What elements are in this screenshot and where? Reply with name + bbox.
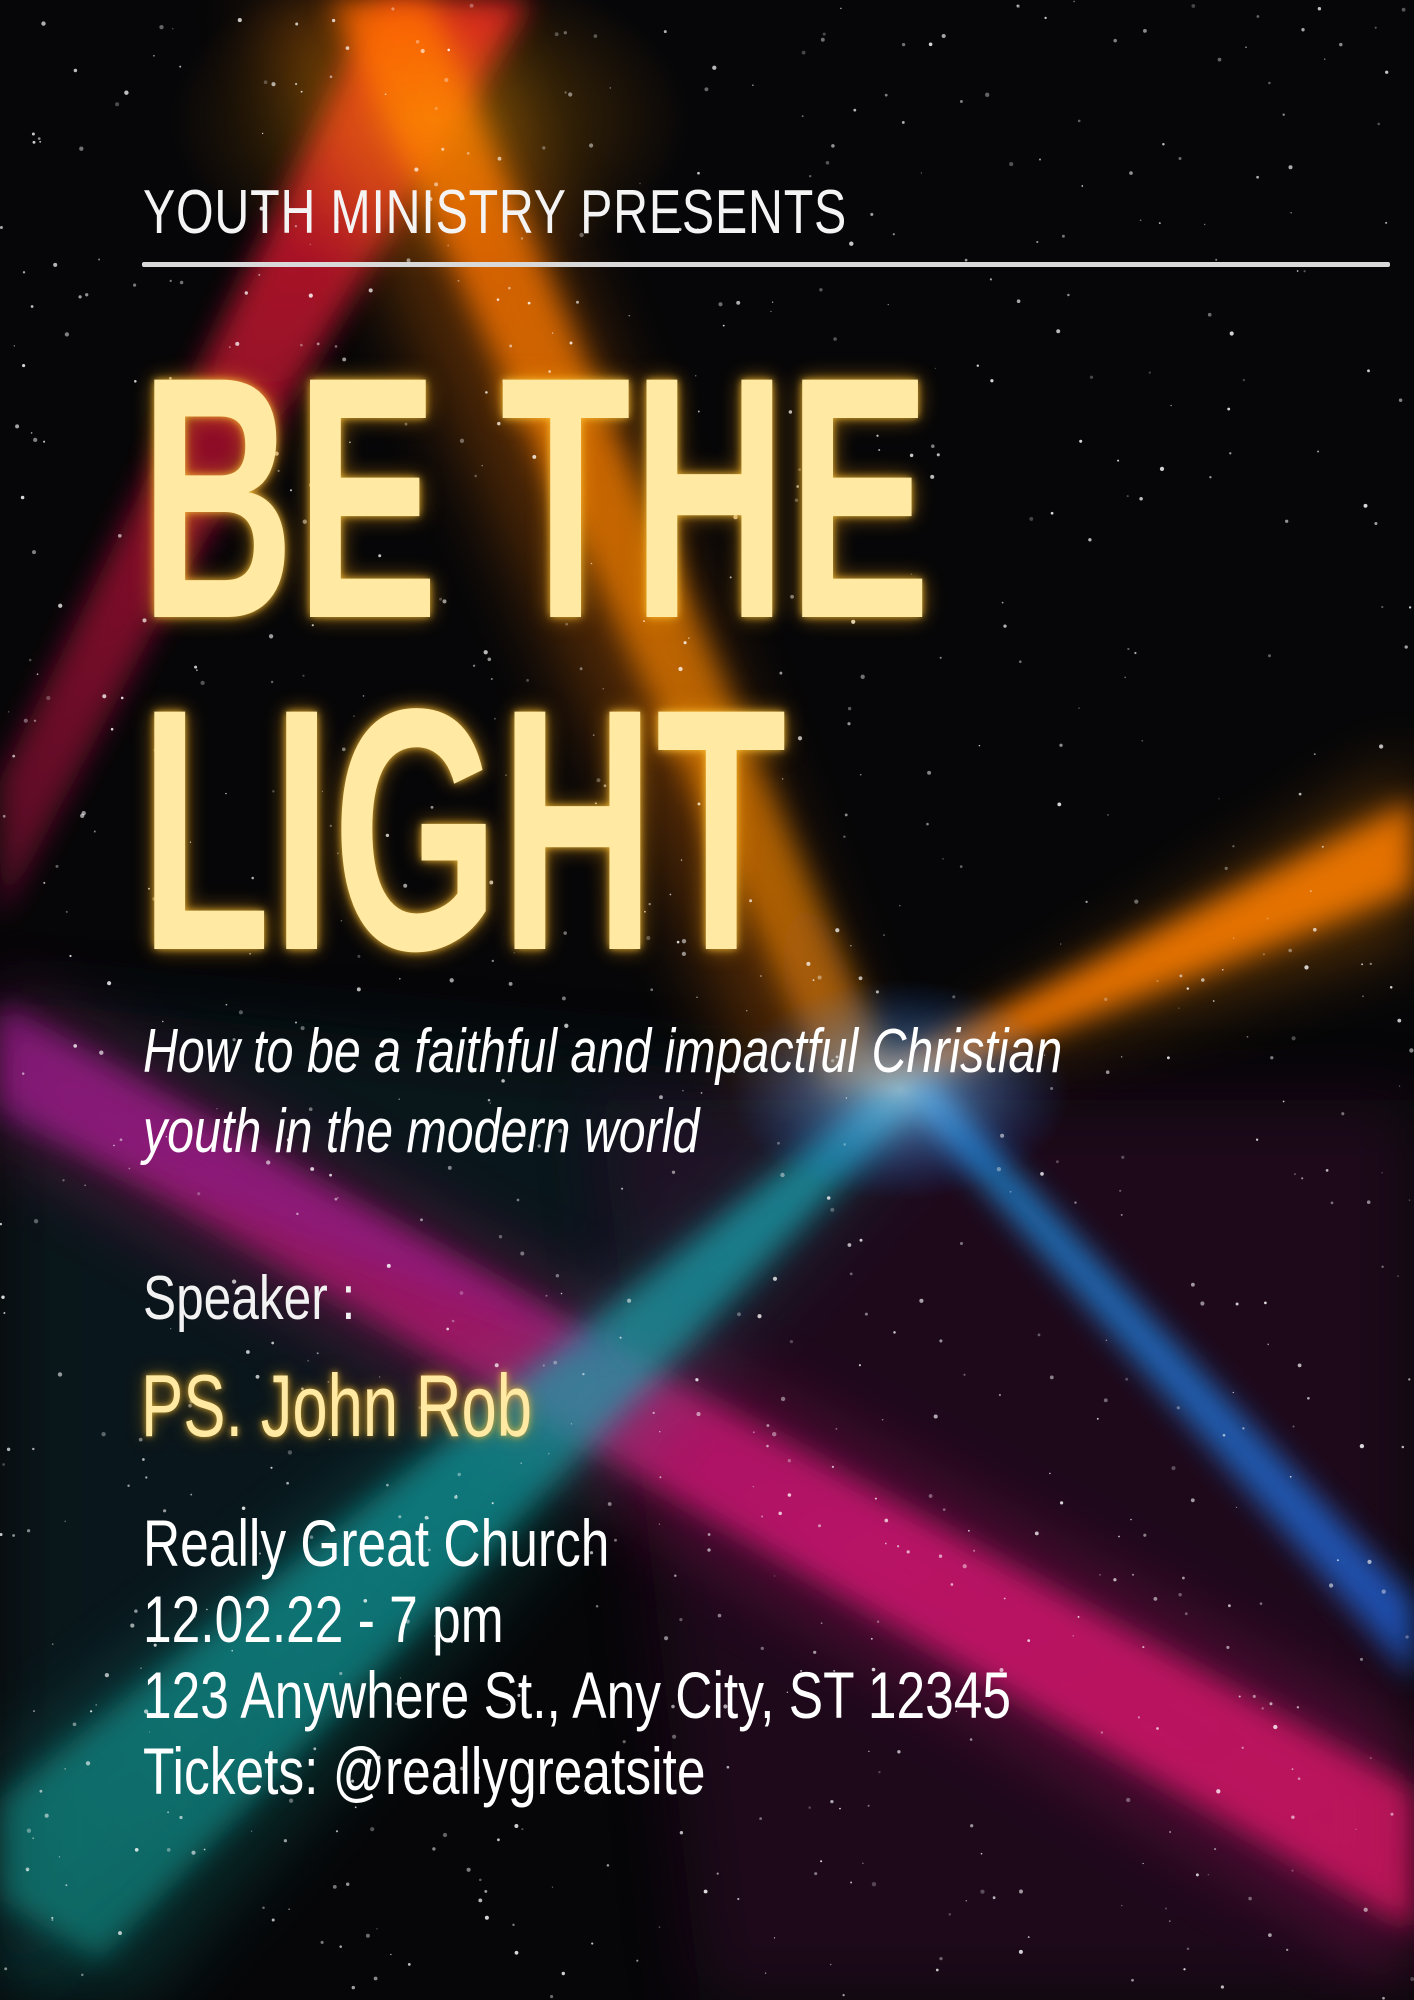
main-title-line-2: LIGHT bbox=[140, 638, 788, 1023]
eyebrow-heading: YOUTH MINISTRY PRESENTS bbox=[143, 178, 848, 247]
subtitle-line-1: How to be a faithful and impactful Chris… bbox=[143, 1017, 1063, 1086]
subtitle: How to be a faithful and impactful Chris… bbox=[143, 1012, 1313, 1172]
speaker-name: PS. John Rob bbox=[141, 1356, 532, 1455]
main-title-line-1: BE THE bbox=[140, 306, 932, 691]
event-details: Really Great Church 12.02.22 - 7 pm 123 … bbox=[143, 1505, 1011, 1809]
subtitle-line-2: youth in the modern world bbox=[143, 1097, 700, 1166]
poster-content: YOUTH MINISTRY PRESENTS BE THE LIGHT How… bbox=[0, 0, 1414, 2000]
event-poster: YOUTH MINISTRY PRESENTS BE THE LIGHT How… bbox=[0, 0, 1414, 2000]
speaker-label: Speaker : bbox=[143, 1264, 356, 1333]
address-text: 123 Anywhere St., Any City, ST 12345 bbox=[143, 1658, 1012, 1732]
tickets-text: Tickets: @reallygreatsite bbox=[143, 1734, 706, 1808]
date-time-text: 12.02.22 - 7 pm bbox=[143, 1582, 504, 1656]
venue-text: Really Great Church bbox=[143, 1506, 610, 1580]
divider-line bbox=[142, 262, 1390, 267]
